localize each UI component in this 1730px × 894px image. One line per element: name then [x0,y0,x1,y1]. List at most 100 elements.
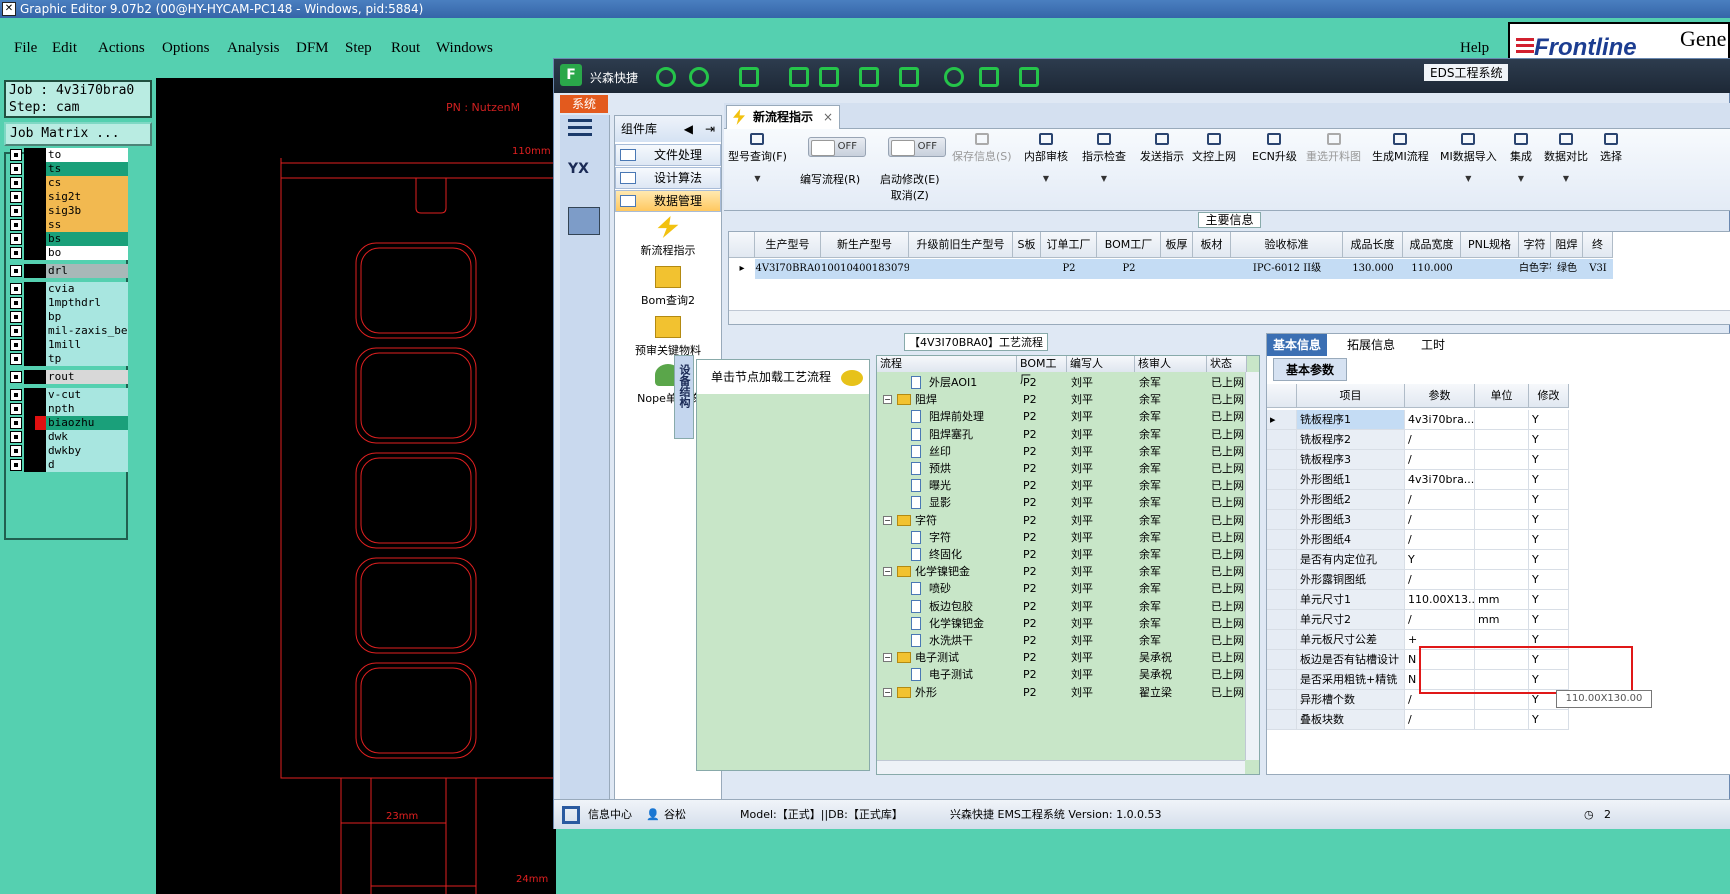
param-row[interactable]: 外形露铜图纸 / Y [1267,570,1730,590]
param-mod[interactable]: Y [1529,450,1569,470]
menu-edit[interactable]: Edit [52,40,77,57]
grid-column-header[interactable]: 验收标准 [1231,232,1343,258]
param-value[interactable]: / [1405,610,1475,630]
monitor-icon[interactable] [1019,67,1039,87]
grid-cell[interactable]: P2 [1097,259,1161,279]
param-row[interactable]: 外形图纸1 4v3i70bra... Y [1267,470,1730,490]
param-value[interactable]: 110.00X13... [1405,590,1475,610]
row-selector[interactable] [1267,490,1297,510]
param-value[interactable]: / [1405,490,1475,510]
grid-cell[interactable]: 130.000 [1343,259,1403,279]
layer-checkbox[interactable] [10,417,22,429]
grid-cell[interactable]: P2 [1041,259,1097,279]
grid-column-header[interactable]: 成品宽度 [1403,232,1461,258]
table-icon[interactable] [899,67,919,87]
tab-new-flow[interactable]: 新流程指示 × [726,105,840,129]
menu-windows[interactable]: Windows [436,40,493,57]
param-unit[interactable] [1475,430,1529,450]
tab-work-hours[interactable]: 工时 [1415,334,1451,356]
row-selector[interactable] [1267,470,1297,490]
grid-cell[interactable]: IPC-6012 II级 [1231,259,1343,279]
tree-row[interactable]: 丝印 P2 刘平 余军 已上网 [877,443,1247,460]
tree-column-header[interactable]: 状态 [1207,356,1247,372]
layer-checkbox[interactable] [10,247,22,259]
layer-checkbox[interactable] [10,219,22,231]
param-unit[interactable]: mm [1475,610,1529,630]
grid-column-header[interactable]: 字符 [1519,232,1551,258]
layer-row[interactable]: dwk [10,430,128,444]
layer-row[interactable]: cvia [10,282,128,296]
param-mod[interactable]: Y [1529,590,1569,610]
grid-column-header[interactable]: PNL规格 [1461,232,1519,258]
grid-cell[interactable]: 4V3I70BRA0 [755,259,821,279]
tree-hscrollbar[interactable] [877,760,1245,774]
param-column-header[interactable]: 参数 [1405,384,1475,408]
param-unit[interactable] [1475,490,1529,510]
layer-checkbox[interactable] [10,297,22,309]
tree-row[interactable]: − 电子测试 P2 刘平 吴承祝 已上网 [877,649,1247,666]
tree-row[interactable]: 字符 P2 刘平 余军 已上网 [877,529,1247,546]
layer-row[interactable]: v-cut [10,388,128,402]
param-value[interactable]: / [1405,530,1475,550]
yx-icon[interactable]: YX [568,161,602,195]
param-unit[interactable] [1475,510,1529,530]
tree-row[interactable]: 电子测试 P2 刘平 吴承祝 已上网 [877,666,1247,683]
layer-row[interactable]: dwkby [10,444,128,458]
layer-row[interactable]: bp [10,310,128,324]
layer-row[interactable]: tp [10,352,128,366]
tree-column-header[interactable]: 核审人 [1135,356,1207,372]
row-selector[interactable] [1267,630,1297,650]
param-value[interactable]: 4v3i70bra... [1405,410,1475,430]
film-icon[interactable] [819,67,839,87]
grid-icon[interactable] [562,806,580,824]
layer-row[interactable]: sig3b [10,204,128,218]
layer-row[interactable]: bs [10,232,128,246]
ribbon-button[interactable]: 发送指示 [1140,133,1184,164]
row-selector[interactable] [1267,710,1297,730]
tree-row[interactable]: 曝光 P2 刘平 余军 已上网 [877,477,1247,494]
cad-canvas[interactable]: 110mm 23mm 24mm [156,78,556,894]
param-value[interactable]: 4v3i70bra... [1405,470,1475,490]
grid-cell[interactable]: 白色字符 [1519,259,1551,279]
menu-options[interactable]: Options [162,40,210,57]
menu-file[interactable]: File [14,40,37,57]
row-selector[interactable] [1267,690,1297,710]
menu-step[interactable]: Step [345,40,372,57]
ribbon-button[interactable]: 启动修改(E) 取消(Z) [880,171,940,203]
param-row[interactable]: 单元尺寸2/mm Y [1267,610,1730,630]
tree-row[interactable]: 水洗烘干 P2 刘平 余军 已上网 [877,632,1247,649]
tree-column-header[interactable]: 编写人 [1067,356,1135,372]
ribbon-button[interactable]: 重选开料图 [1306,133,1361,164]
back-icon[interactable]: ◀ [684,116,693,142]
layer-row[interactable]: 1mpthdrl [10,296,128,310]
ribbon-button[interactable]: 文控上网 [1192,133,1236,164]
tree-row[interactable]: 终固化 P2 刘平 余军 已上网 [877,546,1247,563]
param-row[interactable]: 外形图纸4/ Y [1267,530,1730,550]
info-center[interactable]: 信息中心 [588,800,632,830]
layer-checkbox[interactable] [10,325,22,337]
param-value[interactable]: / [1405,510,1475,530]
tree-row[interactable]: 预烘 P2 刘平 余军 已上网 [877,460,1247,477]
hamburger-icon[interactable] [568,119,592,137]
layer-checkbox[interactable] [10,233,22,245]
param-row[interactable]: 外形图纸3/ Y [1267,510,1730,530]
grid-cell[interactable] [1161,259,1193,279]
row-selector[interactable] [1267,450,1297,470]
layer-row[interactable]: ss [10,218,128,232]
param-value[interactable]: / [1405,570,1475,590]
tree-column-header[interactable]: 流程 [877,356,1017,372]
param-unit[interactable] [1475,450,1529,470]
param-unit[interactable] [1475,410,1529,430]
param-row[interactable]: 是否有内定位孔 Y Y [1267,550,1730,570]
ribbon-button[interactable]: 编写流程(R) [800,171,860,187]
layer-row[interactable]: sig2t [10,190,128,204]
layer-checkbox[interactable] [10,283,22,295]
menu-help[interactable]: Help [1460,40,1489,57]
toggle-switch[interactable]: OFF [888,137,946,157]
menu-data-management[interactable]: 数据管理 [615,190,721,212]
row-selector[interactable] [1267,550,1297,570]
layer-checkbox[interactable] [10,459,22,471]
layer-row[interactable]: ts [10,162,128,176]
param-unit[interactable]: mm [1475,590,1529,610]
param-mod[interactable]: Y [1529,550,1569,570]
